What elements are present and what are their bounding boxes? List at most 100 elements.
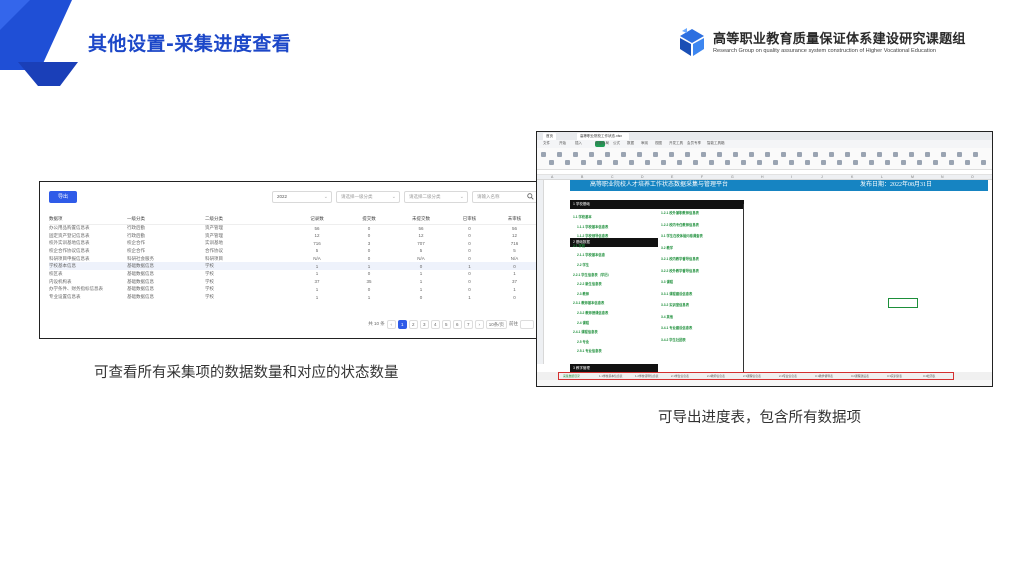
- sheet-area[interactable]: 高等职业院校人才培养工作状态数据采集与管理平台 发布日期：2022年08月31日…: [537, 180, 992, 373]
- catalog-link[interactable]: 3.4.2 学生社团表: [661, 337, 686, 342]
- sheet-tab[interactable]: 2.1学生信息表: [671, 374, 689, 378]
- page-button[interactable]: 6: [452, 319, 462, 329]
- sheet-tab[interactable]: 2.4专业信息表: [779, 374, 797, 378]
- table-row[interactable]: 科研项目申报信息表 科研社会服务 科研项目 N/A 0 N/A 0 N/A: [49, 255, 537, 263]
- catalog-link[interactable]: 1.1.2 学校领导信息表: [577, 233, 608, 238]
- toolbar-icon[interactable]: [597, 160, 602, 165]
- toolbar-icon[interactable]: [773, 160, 778, 165]
- catalog-link[interactable]: 2.1 学校: [573, 243, 585, 248]
- menu-item[interactable]: 页面布局: [595, 141, 609, 146]
- toolbar-icon[interactable]: [661, 160, 666, 165]
- toolbar-icon[interactable]: [901, 160, 906, 165]
- catalog-link[interactable]: 3.4 其他: [661, 314, 673, 319]
- toolbar-icon[interactable]: [573, 152, 578, 157]
- table-row[interactable]: 专业设置信息表 基础数据信息 学校 1 1 0 1 0: [49, 293, 537, 301]
- catalog-link[interactable]: 2.2.2 新生信息表: [577, 281, 602, 286]
- toolbar-icon[interactable]: [885, 160, 890, 165]
- catalog-link[interactable]: 2.3.1 教师基本信息表: [573, 300, 604, 305]
- toolbar-icon[interactable]: [829, 152, 834, 157]
- toolbar-icon[interactable]: [949, 160, 954, 165]
- toolbar-icon[interactable]: [781, 152, 786, 157]
- subcategory-select[interactable]: 请选择二级分类 ⌄: [404, 191, 468, 203]
- toolbar-icon[interactable]: [565, 160, 570, 165]
- page-button[interactable]: 3: [419, 319, 429, 329]
- catalog-link[interactable]: 3.3.1 课程建设信息表: [661, 291, 692, 296]
- catalog-link[interactable]: 3.2 教学: [661, 245, 673, 250]
- table-row[interactable]: 内设机构表 基础数据信息 学校 37 35 1 0 37: [49, 278, 537, 286]
- toolbar-icon[interactable]: [653, 152, 658, 157]
- toolbar-icon[interactable]: [749, 152, 754, 157]
- toolbar-icon[interactable]: [909, 152, 914, 157]
- menu-item[interactable]: 公式: [613, 141, 620, 146]
- toolbar-icon[interactable]: [893, 152, 898, 157]
- toolbar-icon[interactable]: [685, 152, 690, 157]
- toolbar-icon[interactable]: [581, 160, 586, 165]
- page-button[interactable]: 4: [430, 319, 440, 329]
- sheet-tab[interactable]: 2.3课程信息表: [743, 374, 761, 378]
- catalog-link[interactable]: 3.1 学生在校体验问卷调查表: [661, 233, 703, 238]
- catalog-link[interactable]: 1.1 学校基本: [573, 214, 592, 219]
- toolbar-icon[interactable]: [605, 152, 610, 157]
- goto-page-input[interactable]: [520, 319, 534, 329]
- catalog-link[interactable]: 2.4.1 课程信息表: [573, 329, 598, 334]
- page-button[interactable]: 2: [408, 319, 418, 329]
- catalog-link[interactable]: 2.3.2 教师授课信息表: [577, 310, 608, 315]
- toolbar-icon[interactable]: [549, 160, 554, 165]
- page-button[interactable]: 7: [463, 319, 473, 329]
- table-row[interactable]: 校企合作协议信息表 校企合作 合作协议 5 0 5 0 5: [49, 247, 537, 255]
- catalog-link[interactable]: 3.4.1 专业建设信息表: [661, 325, 692, 330]
- search-icon[interactable]: [527, 193, 534, 200]
- toolbar-icon[interactable]: [917, 160, 922, 165]
- catalog-link[interactable]: 2.5 专业: [577, 339, 589, 344]
- toolbar-icon[interactable]: [925, 152, 930, 157]
- toolbar-icon[interactable]: [717, 152, 722, 157]
- page-button[interactable]: 5: [441, 319, 451, 329]
- catalog-link[interactable]: 2.4 课程: [577, 320, 589, 325]
- toolbar-icon[interactable]: [765, 152, 770, 157]
- search-input[interactable]: 请输入名称: [472, 191, 538, 203]
- toolbar-icon[interactable]: [973, 152, 978, 157]
- table-row[interactable]: 办学条件、财务指标信息表 基础数据信息 学校 1 0 1 0 1: [49, 286, 537, 294]
- page-button[interactable]: 1: [397, 319, 407, 329]
- catalog-link[interactable]: 1.2.1 校外兼职教师信息表: [661, 210, 699, 215]
- toolbar-icon[interactable]: [877, 152, 882, 157]
- catalog-link[interactable]: 2.2.1 学生信息表（学历）: [573, 272, 611, 277]
- catalog-link[interactable]: 3.3 课程: [661, 279, 673, 284]
- toolbar-icon[interactable]: [821, 160, 826, 165]
- toolbar-icon[interactable]: [805, 160, 810, 165]
- toolbar-icon[interactable]: [725, 160, 730, 165]
- year-select[interactable]: 2022 ⌄: [272, 191, 332, 203]
- catalog-link[interactable]: 3.3.2 实训室信息表: [661, 302, 689, 307]
- toolbar-icon[interactable]: [837, 160, 842, 165]
- sheet-tab[interactable]: 3.3实训室表: [887, 374, 902, 378]
- toolbar-icon[interactable]: [813, 152, 818, 157]
- toolbar-icon[interactable]: [933, 160, 938, 165]
- toolbar-icon[interactable]: [733, 152, 738, 157]
- toolbar-icon[interactable]: [709, 160, 714, 165]
- catalog-link[interactable]: 2.1.1 学校基本信息: [577, 252, 605, 257]
- sheet-tab[interactable]: 1.2学校领导信息表: [635, 374, 658, 378]
- toolbar-icon[interactable]: [965, 160, 970, 165]
- table-row[interactable]: 固定资产登记信息表 行政后勤 资产管理 12 0 12 0 12: [49, 232, 537, 240]
- menu-item[interactable]: 会员专享: [687, 141, 701, 146]
- page-size-select[interactable]: 10条/页: [485, 319, 507, 329]
- export-button[interactable]: 导出: [49, 191, 77, 203]
- toolbar-icon[interactable]: [629, 160, 634, 165]
- menu-item[interactable]: 插入: [575, 141, 582, 146]
- toolbar-icon[interactable]: [541, 152, 546, 157]
- toolbar-icon[interactable]: [853, 160, 858, 165]
- toolbar-icon[interactable]: [981, 160, 986, 165]
- next-page-button[interactable]: ›: [474, 319, 484, 329]
- sheet-tab[interactable]: 1.1学校基本信息表: [599, 374, 622, 378]
- toolbar-icon[interactable]: [757, 160, 762, 165]
- catalog-link[interactable]: 1.1.1 学校基本信息表: [577, 224, 608, 229]
- catalog-link[interactable]: 2.5.1 专业信息表: [577, 348, 602, 353]
- table-row[interactable]: 校外实训基地信息表 校企合作 实训基地 716 3 707 0 716: [49, 239, 537, 247]
- menu-item[interactable]: 开发工具: [669, 141, 683, 146]
- toolbar-icon[interactable]: [797, 152, 802, 157]
- toolbar-icon[interactable]: [613, 160, 618, 165]
- menu-item[interactable]: 开始: [559, 141, 566, 146]
- toolbar-icon[interactable]: [957, 152, 962, 157]
- toolbar-icon[interactable]: [701, 152, 706, 157]
- sheet-tab[interactable]: 采集数据目录: [563, 374, 580, 378]
